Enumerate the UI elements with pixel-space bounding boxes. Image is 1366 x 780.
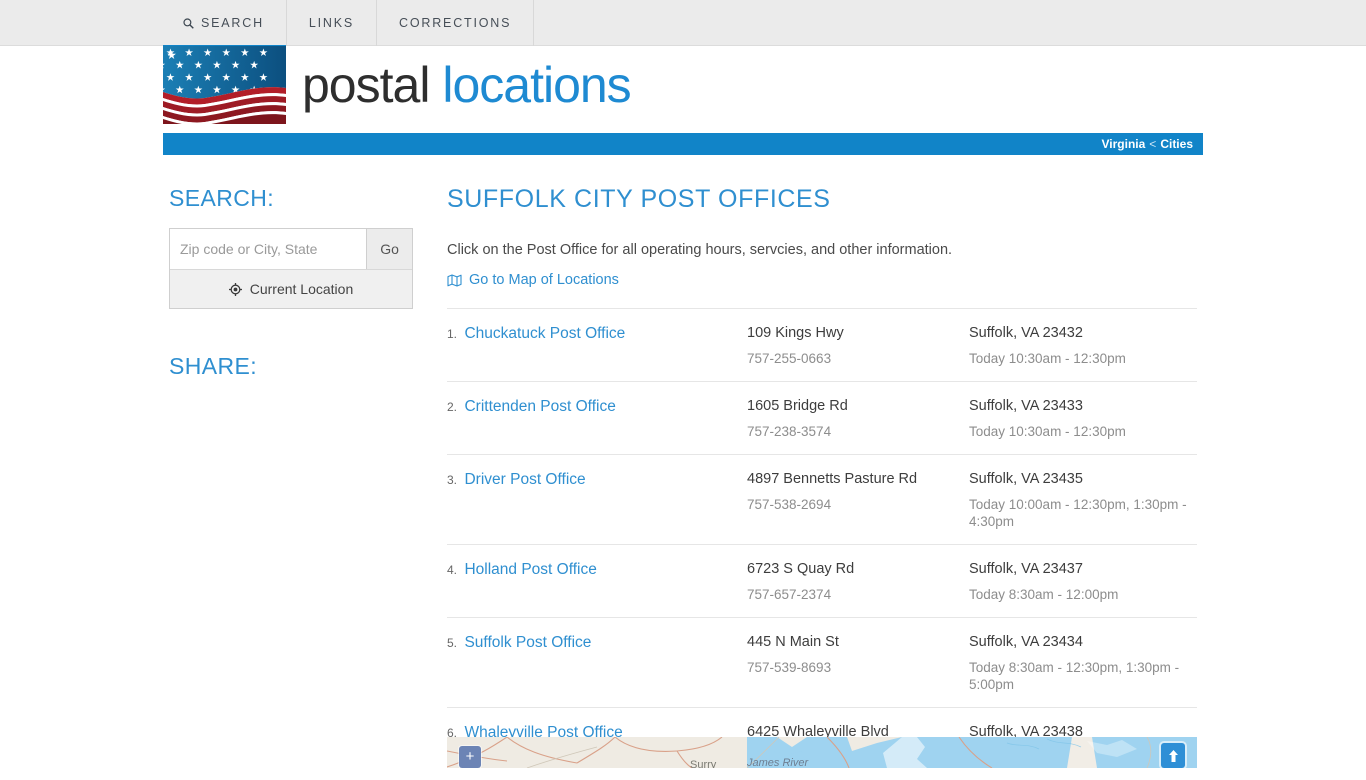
brand-word-postal: postal — [302, 57, 430, 113]
today-hours: Today 10:30am - 12:30pm — [969, 423, 1126, 439]
breadcrumb-separator: < — [1149, 137, 1157, 151]
search-widget: Go Current Location — [169, 228, 413, 309]
post-office-address-cell: 109 Kings Hwy 757-255-0663 — [747, 325, 969, 367]
city-state-zip: Suffolk, VA 23437 — [969, 560, 1083, 577]
address-line: 109 Kings Hwy — [747, 324, 844, 341]
post-office-name-cell: 2. Crittenden Post Office — [447, 398, 747, 416]
crosshair-icon — [228, 282, 242, 296]
arrow-up-icon — [1168, 749, 1179, 763]
post-office-address-cell: 445 N Main St 757-539-8693 — [747, 634, 969, 676]
table-row[interactable]: 2. Crittenden Post Office 1605 Bridge Rd… — [447, 380, 1197, 454]
phone-number: 757-255-0663 — [747, 350, 832, 366]
phone-number: 757-657-2374 — [747, 586, 832, 602]
city-state-zip: Suffolk, VA 23435 — [969, 470, 1083, 487]
search-input[interactable] — [170, 229, 367, 269]
phone-number: 757-539-8693 — [747, 659, 832, 675]
brand-word-locations: locations — [442, 57, 631, 113]
table-row[interactable]: 4. Holland Post Office 6723 S Quay Rd 75… — [447, 543, 1197, 617]
breadcrumb-link-virginia[interactable]: Virginia — [1102, 137, 1146, 151]
search-icon — [183, 17, 194, 29]
today-hours: Today 8:30am - 12:00pm — [969, 586, 1119, 602]
post-office-link[interactable]: Chuckatuck Post Office — [464, 325, 625, 342]
main-content: SUFFOLK CITY POST OFFICES Click on the P… — [413, 185, 1203, 780]
search-row: Go — [170, 229, 412, 269]
table-row[interactable]: 3. Driver Post Office 4897 Bennetts Past… — [447, 453, 1197, 544]
post-office-name-cell: 1. Chuckatuck Post Office — [447, 325, 747, 343]
site-logo-wordmark[interactable]: postal locations — [302, 54, 632, 116]
go-to-map-label: Go to Map of Locations — [469, 272, 619, 288]
search-go-button[interactable]: Go — [366, 229, 412, 269]
list-index: 5. — [447, 635, 458, 650]
list-index: 2. — [447, 399, 458, 414]
today-hours: Today 8:30am - 12:30pm, 1:30pm - 5:00pm — [969, 659, 1180, 692]
today-hours: Today 10:30am - 12:30pm — [969, 350, 1126, 366]
post-office-name-cell: 3. Driver Post Office — [447, 471, 747, 489]
intro-text: Click on the Post Office for all operati… — [447, 242, 953, 258]
post-office-address-cell: 1605 Bridge Rd 757-238-3574 — [747, 398, 969, 440]
current-location-button[interactable]: Current Location — [170, 269, 412, 308]
post-office-name-cell: 4. Holland Post Office — [447, 561, 747, 579]
sidebar-share-title: SHARE: — [169, 353, 258, 379]
post-office-city-cell: Suffolk, VA 23433 Today 10:30am - 12:30p… — [969, 398, 1197, 440]
nav-tab-links[interactable]: LINKS — [287, 0, 378, 46]
post-office-city-cell: Suffolk, VA 23434 Today 8:30am - 12:30pm… — [969, 634, 1197, 693]
nav-tab-links-label: LINKS — [308, 16, 355, 30]
sidebar-search-title: SEARCH: — [169, 185, 275, 211]
nav-tab-corrections-label: CORRECTIONS — [399, 16, 512, 30]
locations-map[interactable]: Surry James River + — [447, 737, 1197, 768]
post-office-city-cell: Suffolk, VA 23432 Today 10:30am - 12:30p… — [969, 325, 1197, 367]
content-columns: SEARCH: Go — [163, 155, 1203, 780]
post-office-address-cell: 6723 S Quay Rd 757-657-2374 — [747, 561, 969, 603]
phone-number: 757-538-2694 — [747, 496, 832, 512]
current-location-label: Current Location — [249, 281, 354, 297]
map-zoom-in-button[interactable]: + — [459, 746, 481, 768]
post-office-city-cell: Suffolk, VA 23435 Today 10:00am - 12:30p… — [969, 471, 1197, 530]
post-office-list: 1. Chuckatuck Post Office 109 Kings Hwy … — [447, 307, 1197, 780]
nav-tab-search-label: SEARCH — [201, 16, 264, 30]
go-to-map-link[interactable]: Go to Map of Locations — [447, 272, 619, 288]
top-navigation-bar: SEARCH LINKS CORRECTIONS — [0, 0, 1366, 46]
map-pan-up-button[interactable] — [1161, 743, 1185, 768]
address-line: 445 N Main St — [747, 633, 839, 650]
page-container: postal locations Virginia < Cities SEARC… — [163, 46, 1203, 780]
us-flag-icon — [163, 46, 286, 124]
map-tiles — [447, 737, 1197, 768]
breadcrumb: Virginia < Cities — [163, 133, 1203, 155]
post-office-name-cell: 5. Suffolk Post Office — [447, 634, 747, 652]
page-title: SUFFOLK CITY POST OFFICES — [447, 185, 831, 213]
city-state-zip: Suffolk, VA 23433 — [969, 397, 1083, 414]
top-navigation-tabs: SEARCH LINKS CORRECTIONS — [163, 0, 535, 46]
post-office-address-cell: 4897 Bennetts Pasture Rd 757-538-2694 — [747, 471, 969, 513]
nav-tab-search[interactable]: SEARCH — [163, 0, 287, 46]
table-row[interactable]: 1. Chuckatuck Post Office 109 Kings Hwy … — [447, 307, 1197, 381]
list-index: 4. — [447, 562, 458, 577]
list-index: 3. — [447, 472, 458, 487]
phone-number: 757-238-3574 — [747, 423, 832, 439]
today-hours: Today 10:00am - 12:30pm, 1:30pm - 4:30pm — [969, 496, 1187, 529]
post-office-link[interactable]: Crittenden Post Office — [464, 398, 615, 415]
nav-tab-corrections[interactable]: CORRECTIONS — [377, 0, 535, 46]
map-icon — [447, 273, 462, 287]
table-row[interactable]: 5. Suffolk Post Office 445 N Main St 757… — [447, 616, 1197, 707]
list-index: 1. — [447, 326, 458, 341]
post-office-link[interactable]: Driver Post Office — [464, 471, 585, 488]
site-header: postal locations — [163, 46, 1203, 133]
breadcrumb-link-cities[interactable]: Cities — [1160, 137, 1193, 151]
address-line: 4897 Bennetts Pasture Rd — [747, 470, 918, 487]
address-line: 6723 S Quay Rd — [747, 560, 855, 577]
address-line: 1605 Bridge Rd — [747, 397, 848, 414]
city-state-zip: Suffolk, VA 23432 — [969, 324, 1083, 341]
post-office-city-cell: Suffolk, VA 23437 Today 8:30am - 12:00pm — [969, 561, 1197, 603]
post-office-link[interactable]: Suffolk Post Office — [464, 634, 591, 651]
post-office-link[interactable]: Holland Post Office — [464, 561, 596, 578]
sidebar: SEARCH: Go — [163, 185, 413, 780]
city-state-zip: Suffolk, VA 23434 — [969, 633, 1083, 650]
